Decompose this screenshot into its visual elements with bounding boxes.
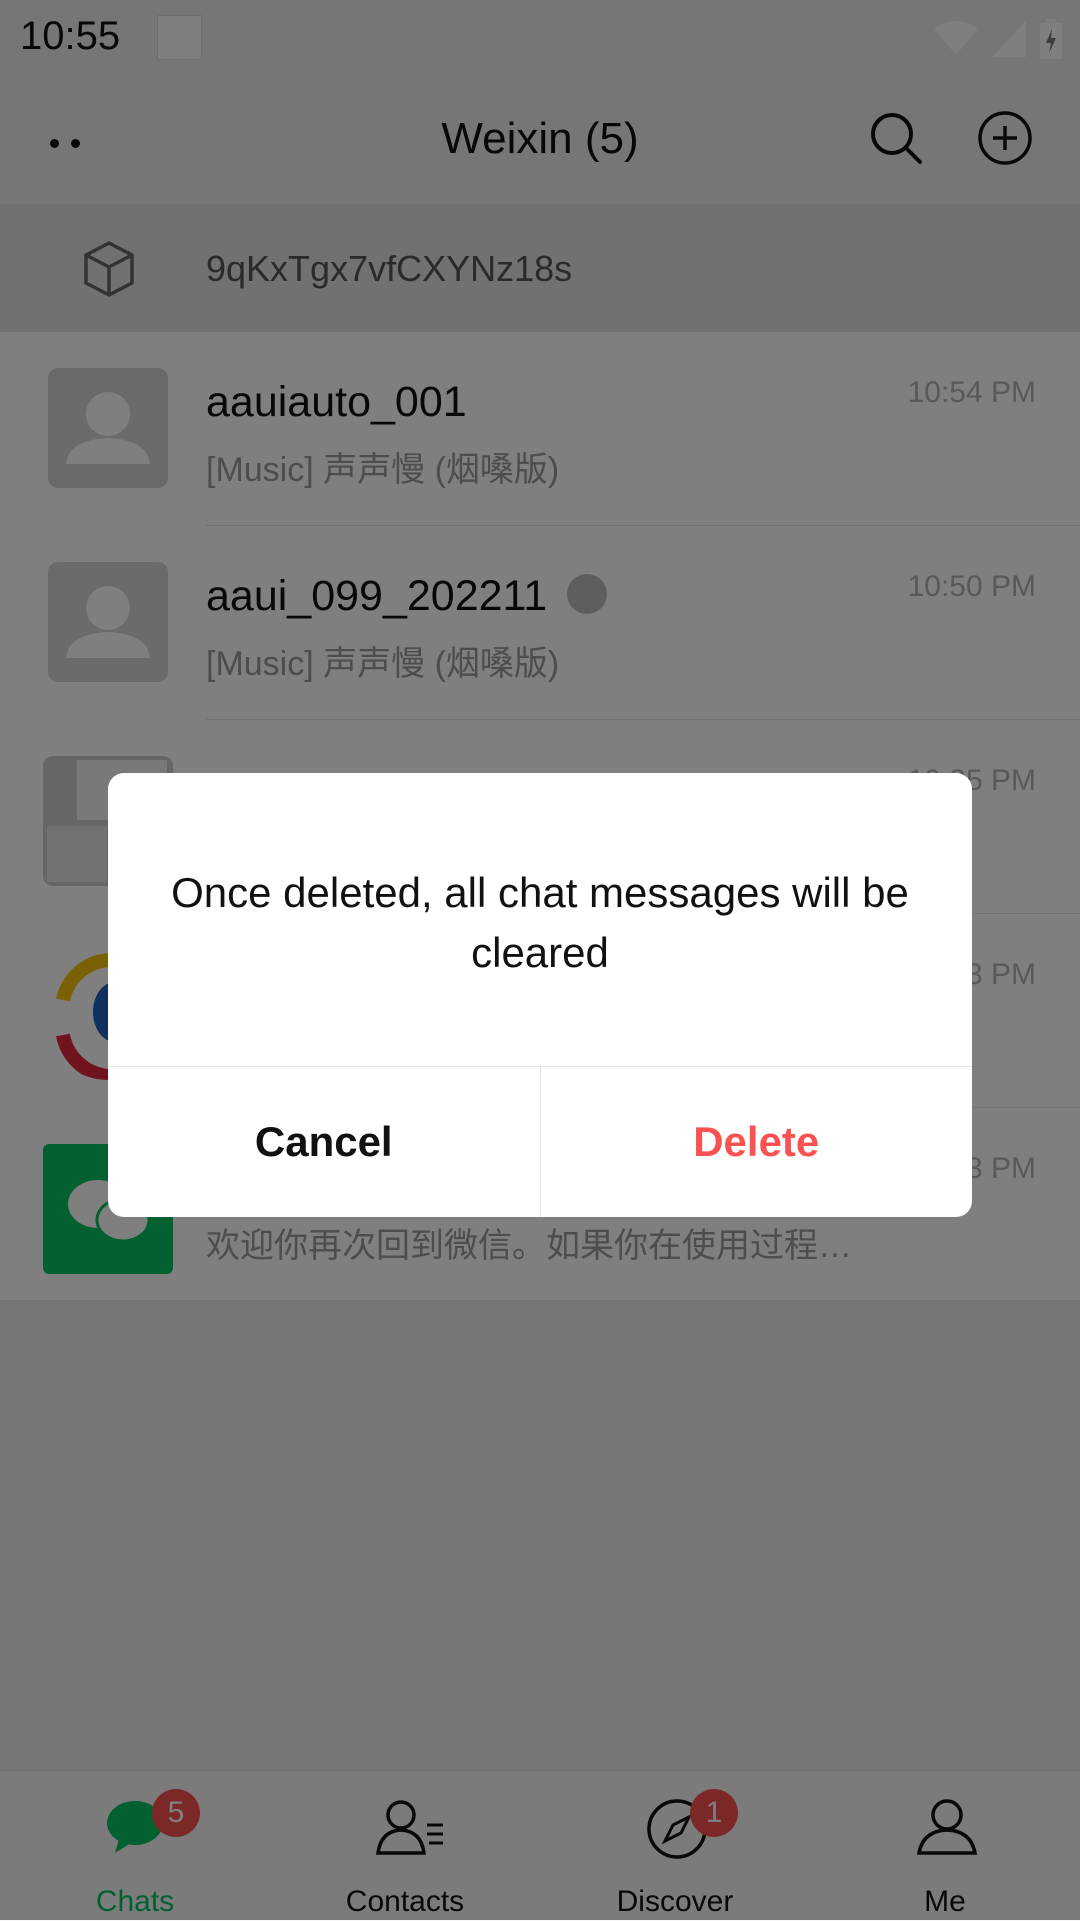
cancel-button[interactable]: Cancel <box>108 1067 541 1217</box>
delete-confirm-dialog: Once deleted, all chat messages will be … <box>108 773 972 1217</box>
dialog-actions: Cancel Delete <box>108 1066 972 1217</box>
dialog-message: Once deleted, all chat messages will be … <box>171 869 909 976</box>
delete-button[interactable]: Delete <box>541 1067 973 1217</box>
wechat-screen: 10:55 Weixin (5) 9qKxTgx7vfCXYNz18s <box>0 0 1080 1921</box>
